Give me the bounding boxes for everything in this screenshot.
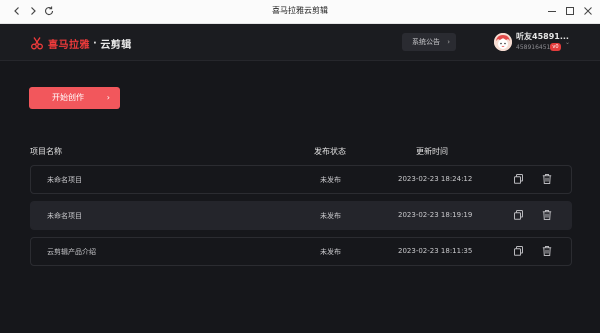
logo-brand: 喜马拉雅 bbox=[48, 39, 90, 51]
project-name: 未命名项目 bbox=[47, 212, 82, 220]
user-level-badge: v0 bbox=[550, 43, 561, 51]
delete-icon[interactable] bbox=[541, 209, 553, 221]
minimize-icon[interactable] bbox=[544, 3, 560, 19]
column-header-updated: 更新时间 bbox=[416, 147, 448, 156]
table-row[interactable]: 云剪辑产品介绍 未发布 2023-02-23 18:11:35 bbox=[30, 237, 572, 266]
user-id: 458916451 bbox=[516, 44, 551, 51]
user-name: 听友45891... bbox=[516, 32, 569, 41]
scissors-logo-icon bbox=[31, 37, 43, 50]
column-header-name: 项目名称 bbox=[30, 147, 62, 156]
logo[interactable]: 喜马拉雅 · 云剪辑 bbox=[30, 35, 132, 51]
delete-icon[interactable] bbox=[541, 245, 553, 257]
copy-icon[interactable] bbox=[513, 173, 525, 185]
chevron-right-icon: › bbox=[106, 93, 110, 102]
column-header-status: 发布状态 bbox=[314, 147, 346, 156]
publish-status: 未发布 bbox=[320, 176, 341, 184]
start-creating-button[interactable]: 开始创作 › bbox=[29, 87, 120, 109]
project-name: 未命名项目 bbox=[47, 176, 82, 184]
updated-time: 2023-02-23 18:19:19 bbox=[398, 211, 473, 219]
updated-time: 2023-02-23 18:24:12 bbox=[398, 175, 473, 183]
maximize-icon[interactable] bbox=[562, 3, 578, 19]
window-titlebar: 喜马拉雅云剪辑 bbox=[0, 0, 600, 24]
system-notice-label: 系统公告 bbox=[412, 38, 440, 46]
updated-time: 2023-02-23 18:11:35 bbox=[398, 247, 473, 255]
table-row[interactable]: 未命名项目 未发布 2023-02-23 18:24:12 bbox=[30, 165, 572, 194]
user-menu[interactable]: 听友45891... 458916451 v0 ⌄ bbox=[494, 31, 584, 55]
avatar[interactable] bbox=[494, 33, 512, 51]
logo-separator: · bbox=[93, 37, 98, 49]
chevron-right-icon: › bbox=[447, 38, 450, 46]
app-header: 喜马拉雅 · 云剪辑 系统公告 › 听友45891... 458916451 v… bbox=[0, 24, 600, 61]
logo-product: 云剪辑 bbox=[100, 39, 132, 51]
project-name: 云剪辑产品介绍 bbox=[47, 248, 96, 256]
copy-icon[interactable] bbox=[513, 245, 525, 257]
publish-status: 未发布 bbox=[320, 248, 341, 256]
table-row[interactable]: 未命名项目 未发布 2023-02-23 18:19:19 bbox=[30, 201, 572, 230]
window-title: 喜马拉雅云剪辑 bbox=[272, 6, 328, 15]
start-creating-label: 开始创作 bbox=[52, 93, 84, 102]
close-icon[interactable] bbox=[580, 3, 596, 19]
chevron-down-icon: ⌄ bbox=[565, 39, 571, 46]
publish-status: 未发布 bbox=[320, 212, 341, 220]
copy-icon[interactable] bbox=[513, 209, 525, 221]
delete-icon[interactable] bbox=[541, 173, 553, 185]
system-notice-button[interactable]: 系统公告 › bbox=[402, 33, 456, 51]
